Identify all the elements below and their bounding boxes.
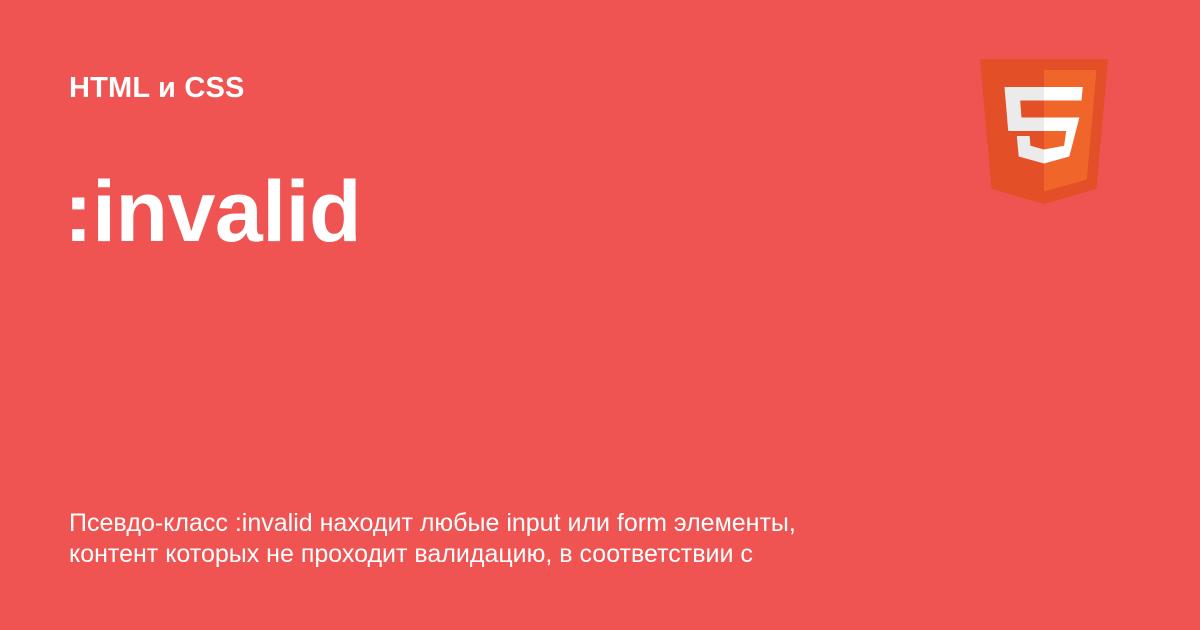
- html5-shield-icon: [980, 59, 1108, 204]
- page-title: :invalid: [64, 164, 362, 260]
- description-line: контент которых не проходит валидацию, в…: [69, 540, 753, 568]
- description: Псевдо-класс :invalid находит любые inpu…: [69, 508, 969, 570]
- description-line: Псевдо-класс :invalid находит любые inpu…: [69, 509, 796, 537]
- preview-card: HTML и CSS :invalid Псевдо-класс :invali…: [0, 0, 1200, 630]
- category-label: HTML и CSS: [69, 72, 245, 104]
